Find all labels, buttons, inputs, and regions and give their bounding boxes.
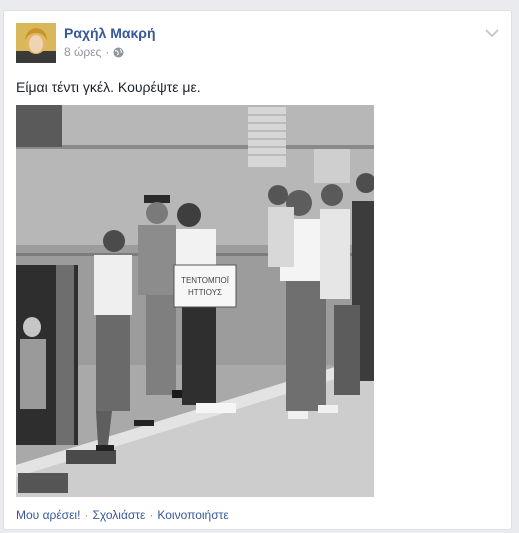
meta-separator: · xyxy=(105,45,110,59)
photo-image: ΤΕΝΤΟΜΠΟΪ ΗΤΤΙΟΥΣ xyxy=(16,105,374,497)
comment-link[interactable]: Σχολιάστε xyxy=(92,508,145,522)
avatar[interactable] xyxy=(16,23,56,63)
post-text: Είμαι τέντι γκέλ. Κουρέψτε με. xyxy=(16,79,201,95)
action-separator: · xyxy=(84,508,89,522)
share-link[interactable]: Κοινοποιήστε xyxy=(157,508,228,522)
sign-text-line1: ΤΕΝΤΟΜΠΟΪ xyxy=(181,276,230,285)
feed-post: Ραχήλ Μακρή 8 ώρες · Είμαι τέντι γκέλ. Κ… xyxy=(3,10,512,530)
post-photo[interactable]: ΤΕΝΤΟΜΠΟΪ ΗΤΤΙΟΥΣ xyxy=(16,105,374,497)
chevron-down-icon[interactable] xyxy=(485,25,499,38)
post-actions: Μου αρέσει! · Σχολιάστε · Κοινοποιήστε xyxy=(16,508,229,522)
post-author-name[interactable]: Ραχήλ Μακρή xyxy=(64,25,156,41)
action-separator: · xyxy=(149,508,154,522)
like-link[interactable]: Μου αρέσει! xyxy=(16,508,80,522)
sign-text-line2: ΗΤΤΙΟΥΣ xyxy=(188,288,222,297)
avatar-image xyxy=(16,23,56,63)
globe-icon[interactable] xyxy=(113,47,124,58)
post-meta: 8 ώρες · xyxy=(64,45,124,59)
post-timestamp[interactable]: 8 ώρες xyxy=(64,45,101,59)
